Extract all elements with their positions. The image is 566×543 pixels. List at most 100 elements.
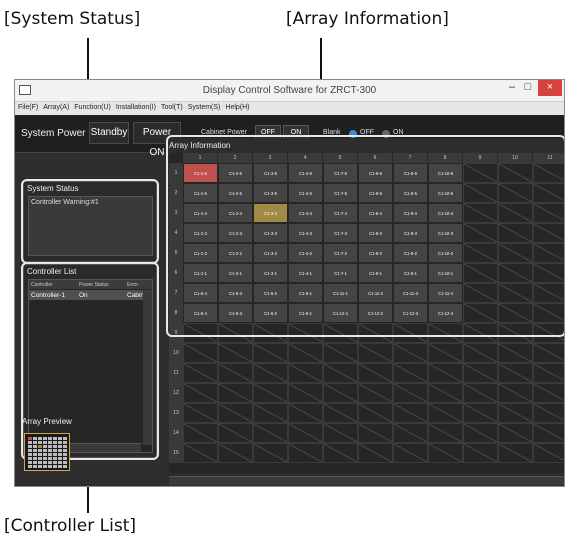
preview-cell [33, 453, 37, 456]
menu-array[interactable]: Array(A) [40, 102, 71, 111]
array-cell-empty[interactable] [428, 363, 463, 383]
preview-cell [43, 453, 47, 456]
array-cell-empty[interactable] [218, 443, 253, 463]
standby-button[interactable]: Standby [89, 122, 129, 144]
array-cell-empty[interactable] [533, 403, 564, 423]
array-cell-empty[interactable] [288, 443, 323, 463]
array-cell-empty[interactable] [358, 343, 393, 363]
preview-cell [48, 453, 52, 456]
array-cell-empty[interactable] [323, 363, 358, 383]
array-cell-empty[interactable] [183, 423, 218, 443]
array-cell-empty[interactable] [393, 423, 428, 443]
array-cell-empty[interactable] [323, 383, 358, 403]
maximize-button[interactable]: □ [520, 80, 536, 96]
preview-cell [58, 457, 62, 460]
array-cell-empty[interactable] [323, 403, 358, 423]
array-cell-empty[interactable] [463, 343, 498, 363]
array-cell-empty[interactable] [498, 403, 533, 423]
callout-controller-list: [Controller List] [4, 516, 137, 536]
array-cell-empty[interactable] [498, 423, 533, 443]
array-cell-empty[interactable] [183, 363, 218, 383]
preview-cell [28, 465, 32, 468]
array-cell-empty[interactable] [253, 403, 288, 423]
array-cell-empty[interactable] [253, 443, 288, 463]
array-cell-empty[interactable] [183, 443, 218, 463]
array-cell-empty[interactable] [323, 443, 358, 463]
array-preview-thumbnail[interactable] [24, 433, 70, 471]
array-cell-empty[interactable] [463, 403, 498, 423]
array-cell-empty[interactable] [253, 363, 288, 383]
preview-cell [63, 457, 67, 460]
preview-cell [53, 445, 57, 448]
preview-cell [63, 465, 67, 468]
array-cell-empty[interactable] [393, 443, 428, 463]
array-cell-empty[interactable] [533, 343, 564, 363]
array-cell-empty[interactable] [253, 423, 288, 443]
array-cell-empty[interactable] [393, 363, 428, 383]
array-cell-empty[interactable] [218, 423, 253, 443]
array-cell-empty[interactable] [393, 383, 428, 403]
array-cell-empty[interactable] [498, 443, 533, 463]
preview-cell [33, 465, 37, 468]
array-cell-empty[interactable] [358, 363, 393, 383]
array-cell-empty[interactable] [218, 403, 253, 423]
array-cell-empty[interactable] [253, 343, 288, 363]
array-cell-empty[interactable] [218, 363, 253, 383]
array-cell-empty[interactable] [323, 423, 358, 443]
array-cell-empty[interactable] [463, 443, 498, 463]
array-cell-empty[interactable] [288, 363, 323, 383]
menu-function[interactable]: Function(U) [71, 102, 113, 111]
array-cell-empty[interactable] [288, 343, 323, 363]
minimize-button[interactable]: – [504, 80, 520, 96]
array-cell-empty[interactable] [533, 383, 564, 403]
menu-tool[interactable]: Tool(T) [158, 102, 185, 111]
preview-cell [53, 461, 57, 464]
array-cell-empty[interactable] [428, 383, 463, 403]
array-cell-empty[interactable] [498, 363, 533, 383]
preview-cell [63, 453, 67, 456]
close-button[interactable]: × [538, 80, 562, 96]
menu-file[interactable]: File(F) [15, 102, 40, 111]
array-cell-empty[interactable] [323, 343, 358, 363]
preview-cell [38, 437, 42, 440]
array-cell-empty[interactable] [393, 403, 428, 423]
array-cell-empty[interactable] [358, 383, 393, 403]
array-cell-empty[interactable] [218, 343, 253, 363]
array-cell-empty[interactable] [428, 443, 463, 463]
array-cell-empty[interactable] [288, 383, 323, 403]
array-cell-empty[interactable] [463, 383, 498, 403]
array-cell-empty[interactable] [428, 343, 463, 363]
array-cell-empty[interactable] [288, 423, 323, 443]
array-cell-empty[interactable] [288, 403, 323, 423]
array-cell-empty[interactable] [358, 423, 393, 443]
preview-cell [53, 457, 57, 460]
array-cell-empty[interactable] [183, 343, 218, 363]
array-cell-empty[interactable] [498, 343, 533, 363]
preview-cell [48, 437, 52, 440]
array-cell-empty[interactable] [218, 383, 253, 403]
preview-cell [28, 437, 32, 440]
preview-cell [58, 441, 62, 444]
menu-help[interactable]: Help(H) [222, 102, 251, 111]
array-cell-empty[interactable] [463, 363, 498, 383]
array-cell-empty[interactable] [498, 383, 533, 403]
array-cell-empty[interactable] [533, 443, 564, 463]
array-cell-empty[interactable] [463, 423, 498, 443]
preview-cell [33, 437, 37, 440]
preview-cell [38, 453, 42, 456]
array-cell-empty[interactable] [358, 403, 393, 423]
array-cell-empty[interactable] [428, 423, 463, 443]
array-cell-empty[interactable] [533, 423, 564, 443]
menu-installation[interactable]: Installation(I) [113, 102, 158, 111]
preview-cell [33, 461, 37, 464]
array-cell-empty[interactable] [533, 363, 564, 383]
preview-cell [33, 449, 37, 452]
array-hscroll[interactable] [169, 476, 564, 485]
array-cell-empty[interactable] [428, 403, 463, 423]
array-cell-empty[interactable] [358, 443, 393, 463]
array-cell-empty[interactable] [183, 403, 218, 423]
array-cell-empty[interactable] [253, 383, 288, 403]
array-cell-empty[interactable] [183, 383, 218, 403]
menu-system[interactable]: System(S) [185, 102, 223, 111]
array-cell-empty[interactable] [393, 343, 428, 363]
